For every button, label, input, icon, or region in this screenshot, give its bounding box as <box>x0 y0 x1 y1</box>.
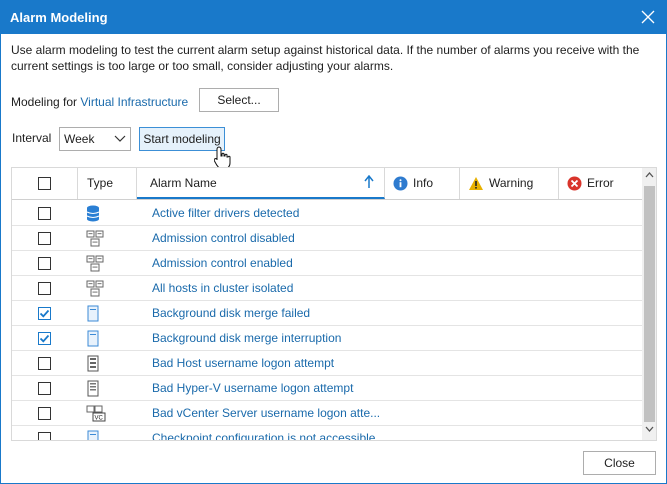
alarm-modeling-dialog: Alarm Modeling Use alarm modeling to tes… <box>0 0 667 484</box>
table-row[interactable]: Background disk merge failed <box>12 301 642 326</box>
scrollbar-thumb[interactable] <box>644 186 655 422</box>
cluster-icon <box>86 230 104 250</box>
header-warning[interactable]: Warning <box>460 168 559 199</box>
alarm-grid: Type Alarm Name Info Warning Error Activ… <box>11 167 657 441</box>
error-icon <box>567 176 582 191</box>
interval-label: Interval <box>12 131 52 145</box>
vm-icon <box>86 305 100 325</box>
description-text: Use alarm modeling to test the current a… <box>11 43 640 73</box>
grid-header: Type Alarm Name Info Warning Error <box>12 168 642 200</box>
info-icon <box>393 176 408 191</box>
alarm-name-link[interactable]: Bad Hyper-V username logon attempt <box>152 381 353 395</box>
database-icon <box>86 205 100 225</box>
scroll-down-icon[interactable] <box>645 426 654 432</box>
vm-icon <box>86 430 100 440</box>
table-row[interactable]: Admission control enabled <box>12 251 642 276</box>
vcenter-icon: VC <box>86 405 106 425</box>
header-name-label: Alarm Name <box>150 176 217 190</box>
close-button[interactable]: Close <box>583 451 656 475</box>
vm-icon <box>86 330 100 350</box>
table-row[interactable]: Bad Hyper-V username logon attempt <box>12 376 642 401</box>
chevron-down-icon <box>114 135 126 142</box>
row-checkbox[interactable] <box>38 432 51 440</box>
alarm-name-link[interactable]: Bad Host username logon attempt <box>152 356 334 370</box>
table-row[interactable]: Active filter drivers detected <box>12 201 642 226</box>
interval-dropdown[interactable]: Week <box>59 127 131 151</box>
row-checkbox[interactable] <box>38 382 51 395</box>
header-alarm-name[interactable]: Alarm Name <box>137 168 385 199</box>
row-checkbox[interactable] <box>38 282 51 295</box>
alarm-name-link[interactable]: Admission control disabled <box>152 231 295 245</box>
dialog-title: Alarm Modeling <box>10 10 108 25</box>
header-type[interactable]: Type <box>78 168 137 199</box>
cluster-icon <box>86 280 104 300</box>
header-warning-label: Warning <box>489 176 534 190</box>
row-checkbox[interactable] <box>38 207 51 220</box>
modeling-for-label: Modeling for <box>11 95 78 109</box>
row-checkbox[interactable] <box>38 232 51 245</box>
title-bar: Alarm Modeling <box>1 1 666 34</box>
table-row[interactable]: Background disk merge interruption <box>12 326 642 351</box>
svg-text:VC: VC <box>95 416 104 422</box>
alarm-name-link[interactable]: Background disk merge failed <box>152 306 310 320</box>
table-row[interactable]: All hosts in cluster isolated <box>12 276 642 301</box>
alarm-name-link[interactable]: Checkpoint configuration is not accessib… <box>152 431 375 440</box>
row-checkbox-checked[interactable] <box>38 332 51 345</box>
interval-value: Week <box>64 132 95 146</box>
row-checkbox[interactable] <box>38 357 51 370</box>
table-row[interactable]: VC Bad vCenter Server username logon atte… <box>12 401 642 426</box>
table-row[interactable]: Bad Host username logon attempt <box>12 351 642 376</box>
warning-icon <box>469 177 483 190</box>
table-row[interactable]: Admission control disabled <box>12 226 642 251</box>
cluster-icon <box>86 255 104 275</box>
row-checkbox-checked[interactable] <box>38 307 51 320</box>
row-checkbox[interactable] <box>38 407 51 420</box>
select-button[interactable]: Select... <box>199 88 279 112</box>
alarm-name-link[interactable]: All hosts in cluster isolated <box>152 281 293 295</box>
table-row[interactable]: Checkpoint configuration is not accessib… <box>12 426 642 440</box>
modeling-for-row: Modeling for Virtual Infrastructure <box>11 92 188 112</box>
alarm-name-link[interactable]: Active filter drivers detected <box>152 206 299 220</box>
modeling-target-link[interactable]: Virtual Infrastructure <box>80 95 188 109</box>
header-select-all <box>12 168 78 199</box>
start-modeling-button[interactable]: Start modeling <box>139 127 225 151</box>
header-info-label: Info <box>413 176 434 190</box>
select-all-checkbox[interactable] <box>38 177 51 190</box>
header-type-label: Type <box>87 176 114 190</box>
checkmark-icon <box>39 334 50 343</box>
sort-ascending-icon <box>364 175 374 188</box>
row-checkbox[interactable] <box>38 257 51 270</box>
alarm-name-link[interactable]: Admission control enabled <box>152 256 293 270</box>
header-error-label: Error <box>587 176 614 190</box>
alarm-name-link[interactable]: Background disk merge interruption <box>152 331 341 345</box>
alarm-name-link[interactable]: Bad vCenter Server username logon atte..… <box>152 406 380 420</box>
header-info[interactable]: Info <box>385 168 460 199</box>
vertical-scrollbar[interactable] <box>642 168 656 440</box>
header-error[interactable]: Error <box>559 168 642 199</box>
host-icon <box>86 355 100 375</box>
close-icon[interactable] <box>640 9 656 25</box>
checkmark-icon <box>39 309 50 318</box>
hyperv-host-icon <box>86 380 100 400</box>
scroll-up-icon[interactable] <box>645 172 654 178</box>
